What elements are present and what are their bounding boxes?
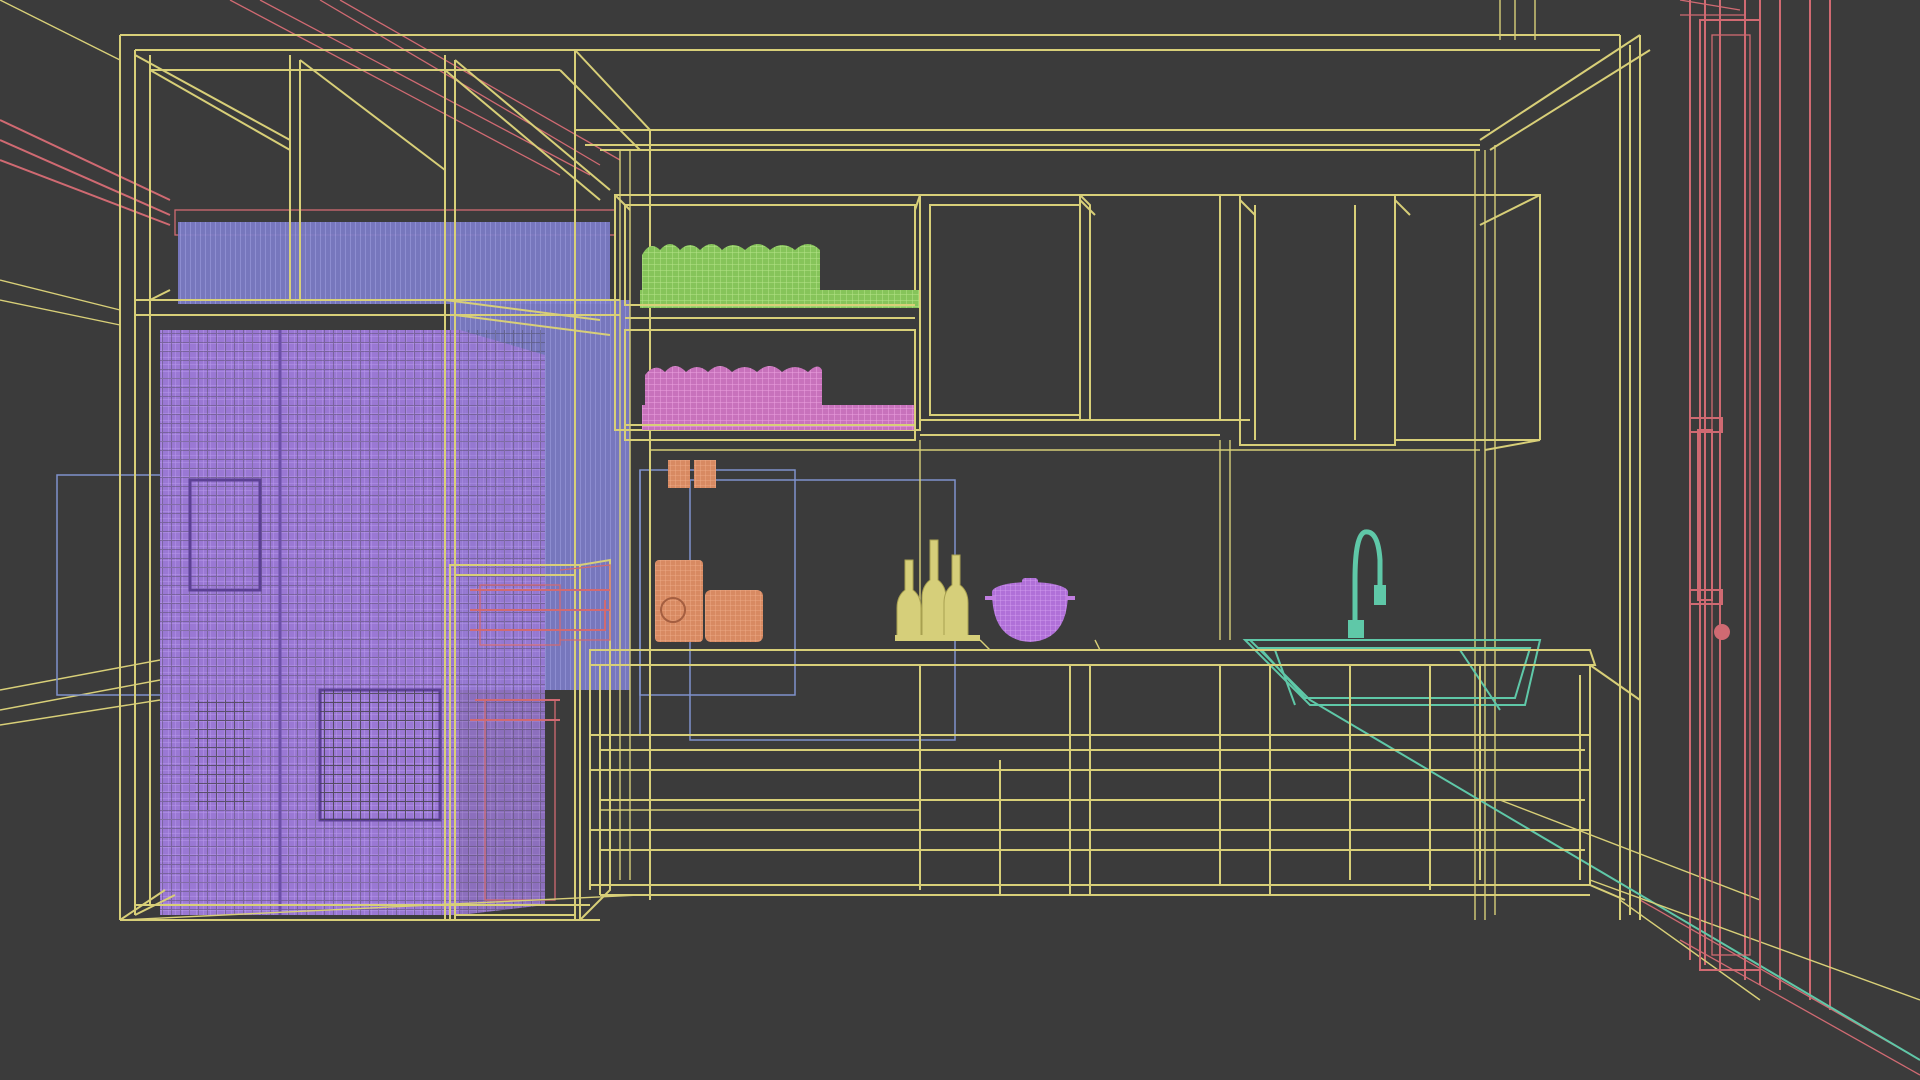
wall-outlet bbox=[668, 460, 716, 488]
pot bbox=[985, 578, 1075, 642]
3d-viewport[interactable] bbox=[0, 0, 1920, 1080]
door-handle[interactable] bbox=[1689, 417, 1730, 640]
door bbox=[1699, 19, 1761, 971]
toaster bbox=[705, 590, 763, 642]
countertop bbox=[589, 639, 1597, 895]
wall-cabinets bbox=[919, 194, 1541, 451]
back-wall bbox=[575, 0, 1651, 920]
faucet bbox=[1348, 529, 1386, 638]
bottles bbox=[895, 539, 980, 641]
base-cabinets bbox=[590, 664, 1641, 901]
wireframe-scene[interactable] bbox=[0, 0, 1920, 1080]
refrigerator bbox=[160, 330, 545, 915]
coffee-maker bbox=[655, 560, 703, 642]
dish-rack-lower bbox=[624, 329, 916, 441]
